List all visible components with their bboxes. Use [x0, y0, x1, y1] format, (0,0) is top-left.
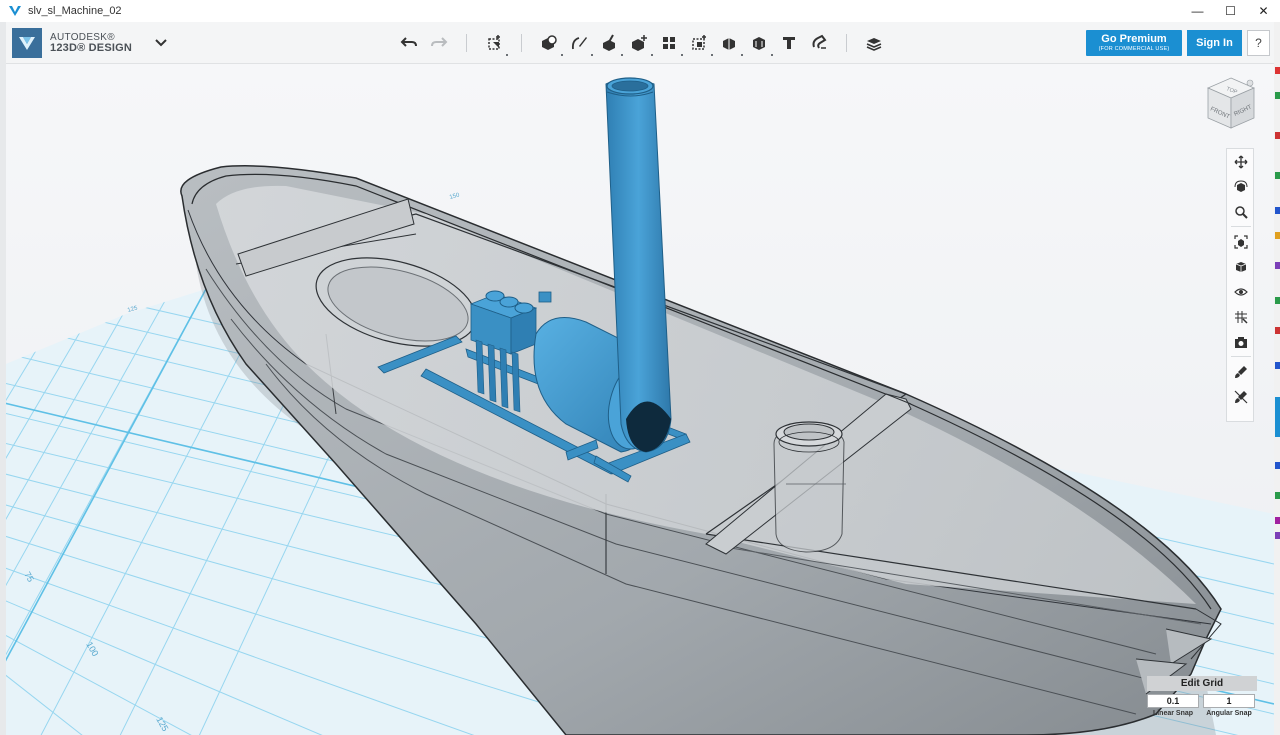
window-titlebar: slv_sl_Machine_02 — ☐ ✕ — [0, 0, 1280, 22]
123d-logo-icon — [12, 27, 42, 58]
cube-view-icon[interactable] — [1230, 256, 1252, 278]
angular-snap-field[interactable]: 1 — [1203, 694, 1255, 708]
sketch-icon[interactable] — [564, 28, 594, 58]
edge-marker-magenta — [1275, 517, 1280, 524]
app-toolbar: AUTODESK® 123D® DESIGN Go Premium (FOR C… — [6, 22, 1274, 64]
edit-grid-button[interactable]: Edit Grid — [1147, 676, 1257, 691]
sign-in-button[interactable]: Sign In — [1187, 30, 1242, 56]
orbit-icon[interactable] — [1230, 176, 1252, 198]
linear-snap-field[interactable]: 0.1 — [1147, 694, 1199, 708]
brush-icon[interactable] — [1230, 361, 1252, 383]
transparent-jar — [773, 421, 846, 553]
premium-label: Go Premium — [1101, 33, 1167, 45]
window-title: slv_sl_Machine_02 — [28, 5, 122, 17]
help-button[interactable]: ? — [1247, 30, 1270, 56]
pattern-icon[interactable] — [654, 28, 684, 58]
brush-clear-icon[interactable] — [1230, 386, 1252, 408]
linear-snap-label: Linear Snap — [1152, 710, 1194, 717]
pan-icon[interactable] — [1230, 151, 1252, 173]
modify-icon[interactable] — [624, 28, 654, 58]
edge-marker-purple-2 — [1275, 532, 1280, 539]
toolbar-divider — [846, 34, 847, 52]
edge-marker-blue — [1275, 207, 1280, 214]
edge-marker-yellow — [1275, 232, 1280, 239]
snap-icon[interactable] — [804, 28, 834, 58]
combine-icon[interactable] — [714, 28, 744, 58]
minimize-button[interactable]: — — [1181, 0, 1214, 22]
toolbar-divider — [521, 34, 522, 52]
edge-marker-blue-2 — [1275, 362, 1280, 369]
redo-icon[interactable] — [424, 28, 454, 58]
measure-icon[interactable] — [744, 28, 774, 58]
app-logo[interactable]: AUTODESK® 123D® DESIGN — [12, 27, 133, 58]
edge-marker-red-2 — [1275, 132, 1280, 139]
fit-icon[interactable] — [1230, 231, 1252, 253]
go-premium-button[interactable]: Go Premium (FOR COMMERCIAL USE) — [1086, 30, 1182, 56]
grid-icon[interactable] — [1230, 306, 1252, 328]
right-window-edge — [1274, 22, 1280, 735]
app-menu-chevron-icon[interactable] — [154, 36, 168, 50]
main-tools — [394, 22, 889, 64]
navigation-bar — [1226, 148, 1254, 422]
edge-marker-scroll — [1275, 397, 1280, 437]
edge-marker-purple — [1275, 262, 1280, 269]
edge-marker-red-3 — [1275, 327, 1280, 334]
view-cube[interactable]: TOP FRONT RIGHT — [1202, 74, 1260, 134]
brand-line-2: 123D® DESIGN — [50, 41, 133, 54]
edge-marker-red — [1275, 67, 1280, 74]
maximize-button[interactable]: ☐ — [1214, 0, 1247, 22]
construct-icon[interactable] — [594, 28, 624, 58]
brand-line-1: AUTODESK® — [50, 31, 115, 43]
3d-viewport[interactable]: 125 150 75 100 125 TOP FRONT RIGHT Edit … — [6, 64, 1274, 735]
close-button[interactable]: ✕ — [1247, 0, 1280, 22]
premium-sub-label: (FOR COMMERCIAL USE) — [1098, 46, 1170, 52]
grid-settings-panel: Edit Grid 0.1 Linear Snap 1 Angular Snap — [1147, 676, 1259, 733]
toolbar-divider — [466, 34, 467, 52]
home-view-icon[interactable] — [1246, 79, 1254, 87]
eye-icon[interactable] — [1230, 281, 1252, 303]
camera-icon[interactable] — [1230, 331, 1252, 353]
edge-marker-green-4 — [1275, 492, 1280, 499]
edge-marker-blue-3 — [1275, 462, 1280, 469]
undo-icon[interactable] — [394, 28, 424, 58]
angular-snap-label: Angular Snap — [1206, 710, 1252, 717]
edge-marker-green — [1275, 92, 1280, 99]
edge-marker-green-3 — [1275, 297, 1280, 304]
edge-marker-green-2 — [1275, 172, 1280, 179]
grouping-icon[interactable] — [684, 28, 714, 58]
3d-scene: 125 150 75 100 125 — [6, 64, 1274, 735]
material-icon[interactable] — [859, 28, 889, 58]
zoom-icon[interactable] — [1230, 201, 1252, 223]
app-logo-icon — [9, 6, 21, 16]
primitives-icon[interactable] — [534, 28, 564, 58]
text-icon[interactable] — [774, 28, 804, 58]
transform-icon[interactable] — [479, 28, 509, 58]
